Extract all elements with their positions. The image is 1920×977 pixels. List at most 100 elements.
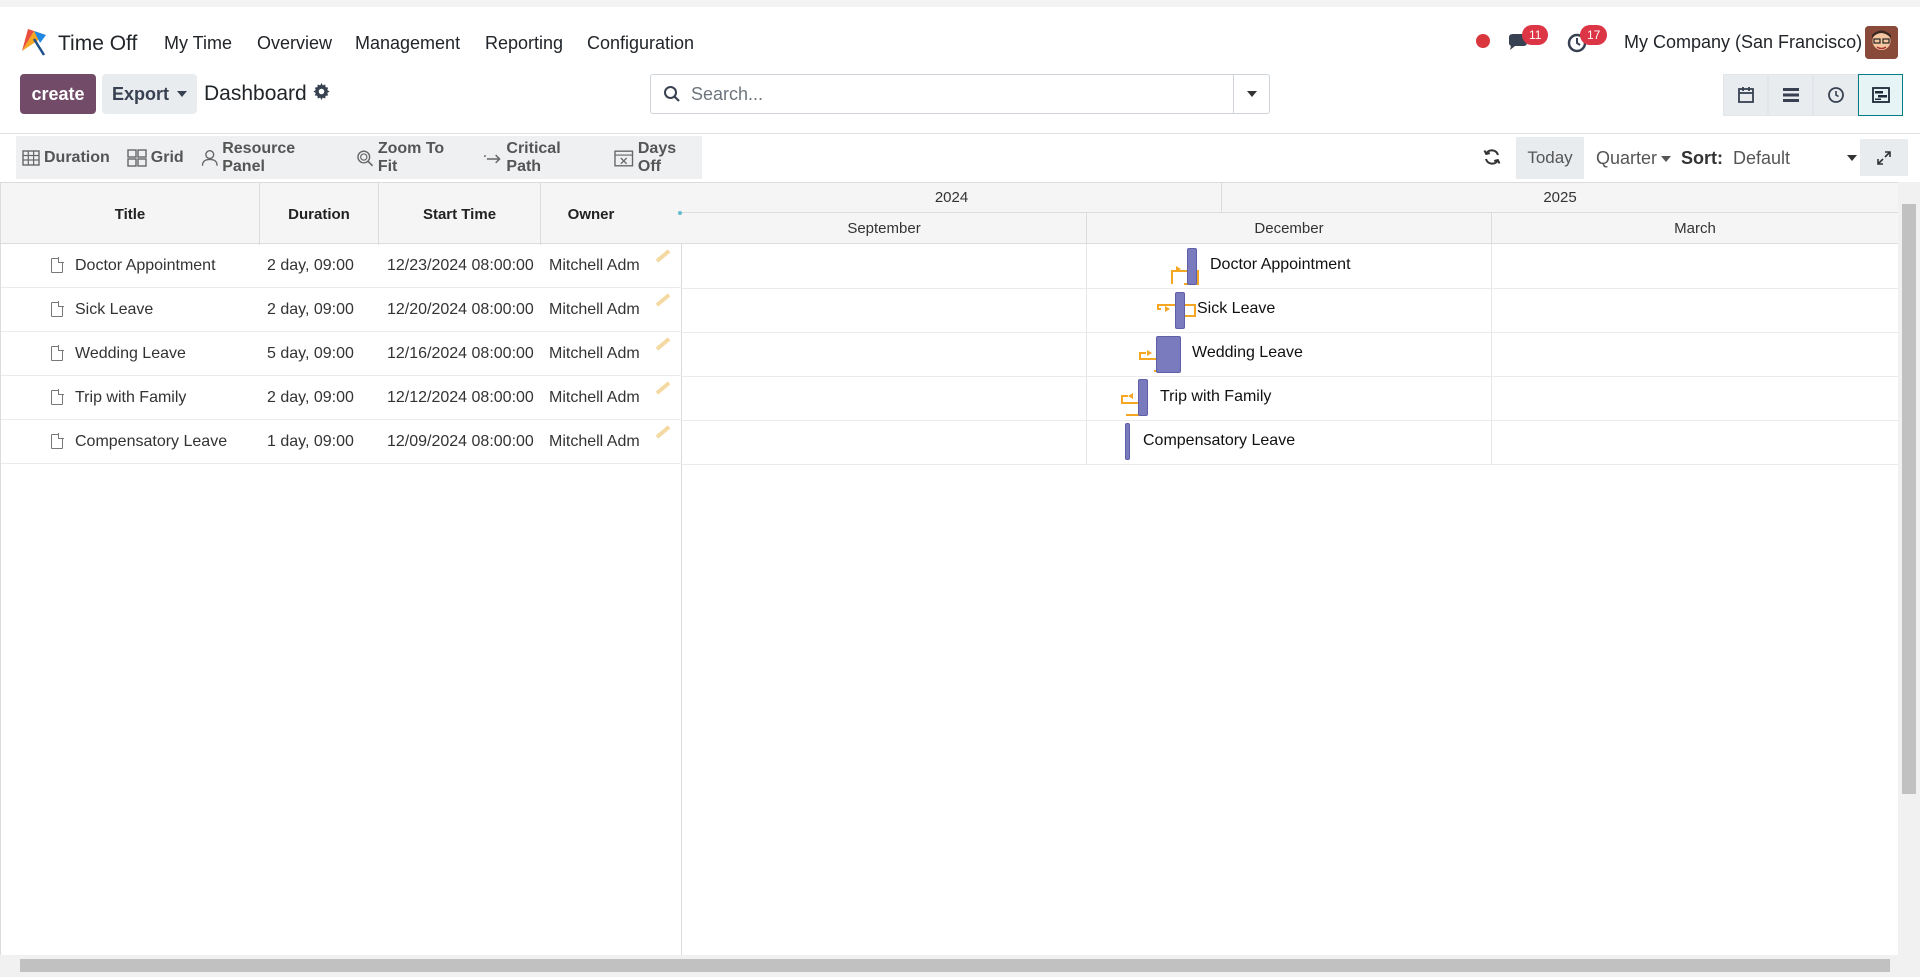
gantt-bar-label: Compensatory Leave (1143, 432, 1296, 449)
column-header-title[interactable]: Title (1, 183, 260, 245)
calendar-view-button[interactable] (1723, 74, 1768, 116)
pencil-icon[interactable] (655, 337, 671, 351)
gantt-bar[interactable] (1175, 292, 1185, 329)
app-name[interactable]: Time Off (58, 32, 137, 56)
search-options-toggle[interactable] (1233, 75, 1269, 113)
gantt-bar[interactable] (1138, 379, 1148, 416)
today-button[interactable]: Today (1516, 137, 1584, 179)
caret-down-icon (1246, 91, 1257, 97)
create-button[interactable]: create (20, 74, 96, 114)
pencil-icon[interactable] (655, 249, 671, 263)
cell-start-time: 12/20/2024 08:00:00 (387, 301, 534, 318)
cell-title: Sick Leave (75, 301, 154, 318)
breadcrumb: Dashboard (204, 82, 330, 106)
gantt-view-button[interactable] (1858, 74, 1903, 116)
table-row[interactable]: Compensatory Leave 1 day, 09:00 12/09/20… (1, 420, 682, 464)
pencil-icon[interactable] (655, 293, 671, 307)
recording-dot-icon[interactable] (1476, 34, 1490, 48)
document-icon (51, 301, 64, 317)
toolbar-critical-path-button[interactable]: Critical Path (483, 140, 598, 176)
toolbar-grid-button[interactable]: Grid (127, 149, 184, 167)
gantt-bar[interactable] (1156, 336, 1181, 373)
gear-icon[interactable] (313, 82, 330, 106)
activity-view-button[interactable] (1813, 74, 1858, 116)
pencil-icon[interactable] (655, 425, 671, 439)
calendar-icon (1737, 87, 1754, 103)
activities-badge: 17 (1580, 25, 1608, 45)
document-icon (51, 257, 64, 273)
horizontal-scrollbar[interactable] (0, 955, 1920, 977)
zoom-icon (357, 149, 374, 166)
menu-my-time[interactable]: My Time (164, 33, 232, 54)
vertical-scrollbar[interactable] (1898, 182, 1920, 955)
gantt-toolbar: Duration Grid Resource Panel Zoom To Fit… (16, 136, 702, 179)
clock-icon (1827, 87, 1844, 103)
cell-title: Doctor Appointment (75, 257, 216, 274)
table-row[interactable]: Sick Leave 2 day, 09:00 12/20/2024 08:00… (1, 288, 682, 332)
gantt-bar[interactable] (1187, 248, 1197, 285)
cell-duration: 2 day, 09:00 (267, 301, 354, 318)
search-bar (650, 74, 1270, 114)
divider (0, 133, 1920, 134)
cell-owner: Mitchell Adm (549, 389, 640, 406)
cell-start-time: 12/23/2024 08:00:00 (387, 257, 534, 274)
gantt-timeline: 2024 2025 September December March Docto… (682, 182, 1898, 955)
cell-owner: Mitchell Adm (549, 257, 640, 274)
menu-overview[interactable]: Overview (257, 33, 332, 54)
fullscreen-button[interactable] (1860, 139, 1908, 176)
list-view-button[interactable] (1768, 74, 1813, 116)
scale-label: Quarter (1596, 148, 1658, 168)
toolbar-grid-label: Grid (150, 148, 184, 166)
cell-start-time: 12/09/2024 08:00:00 (387, 433, 534, 450)
column-header-owner[interactable]: Owner (541, 183, 641, 245)
scrollbar-thumb[interactable] (1902, 204, 1916, 794)
calendar-off-icon (614, 149, 634, 166)
caret-down-icon (1661, 155, 1672, 162)
expand-icon (1877, 150, 1891, 165)
scrollbar-thumb[interactable] (20, 959, 1890, 972)
cell-owner: Mitchell Adm (549, 433, 640, 450)
user-avatar[interactable] (1865, 26, 1898, 59)
sort-label: Sort: (1681, 148, 1723, 168)
gantt-bar[interactable] (1125, 423, 1130, 460)
list-icon (1782, 88, 1799, 102)
menu-reporting[interactable]: Reporting (485, 33, 563, 54)
cell-duration: 2 day, 09:00 (267, 389, 354, 406)
document-icon (51, 433, 64, 449)
toolbar-zoom-to-fit-label: Zoom To Fit (377, 139, 445, 175)
sort-select[interactable]: Default (1733, 148, 1857, 169)
dependency-arrow (1147, 350, 1152, 356)
grid-header: Title Duration Start Time Owner (1, 182, 682, 245)
table-row[interactable]: Trip with Family 2 day, 09:00 12/12/2024… (1, 376, 682, 420)
gantt-bar-label: Doctor Appointment (1210, 256, 1351, 273)
column-header-start-time[interactable]: Start Time (379, 183, 541, 245)
cell-title: Trip with Family (75, 389, 187, 406)
refresh-icon[interactable] (1483, 148, 1501, 171)
menu-configuration[interactable]: Configuration (587, 33, 694, 54)
app-logo-icon[interactable] (18, 27, 50, 57)
export-button[interactable]: Export (102, 74, 197, 114)
toolbar-critical-path-label: Critical Path (506, 139, 561, 175)
caret-down-icon (1847, 155, 1857, 161)
document-icon (51, 345, 64, 361)
gantt-bar-label: Sick Leave (1197, 300, 1276, 317)
pencil-icon[interactable] (655, 381, 671, 395)
company-switcher[interactable]: My Company (San Francisco) (1624, 32, 1862, 53)
cell-title: Wedding Leave (75, 345, 186, 362)
gantt-bar-label: Wedding Leave (1192, 344, 1303, 361)
table-row[interactable]: Doctor Appointment 2 day, 09:00 12/23/20… (1, 244, 682, 288)
toolbar-zoom-to-fit-button[interactable]: Zoom To Fit (356, 140, 466, 176)
table-row[interactable]: Wedding Leave 5 day, 09:00 12/16/2024 08… (1, 332, 682, 376)
gantt-bar-label: Trip with Family (1160, 388, 1272, 405)
toolbar-resource-panel-label: Resource Panel (222, 139, 296, 175)
scale-dropdown[interactable]: Quarter (1596, 148, 1672, 169)
toolbar-days-off-button[interactable]: Days Off (614, 140, 702, 176)
search-input[interactable] (691, 83, 1211, 105)
menu-management[interactable]: Management (355, 33, 460, 54)
cell-duration: 5 day, 09:00 (267, 345, 354, 362)
toolbar-resource-panel-button[interactable]: Resource Panel (201, 140, 340, 176)
dependency-arrow (1128, 393, 1133, 399)
caret-down-icon (177, 91, 187, 97)
toolbar-duration-button[interactable]: Duration (22, 149, 110, 167)
column-header-duration[interactable]: Duration (260, 183, 379, 245)
